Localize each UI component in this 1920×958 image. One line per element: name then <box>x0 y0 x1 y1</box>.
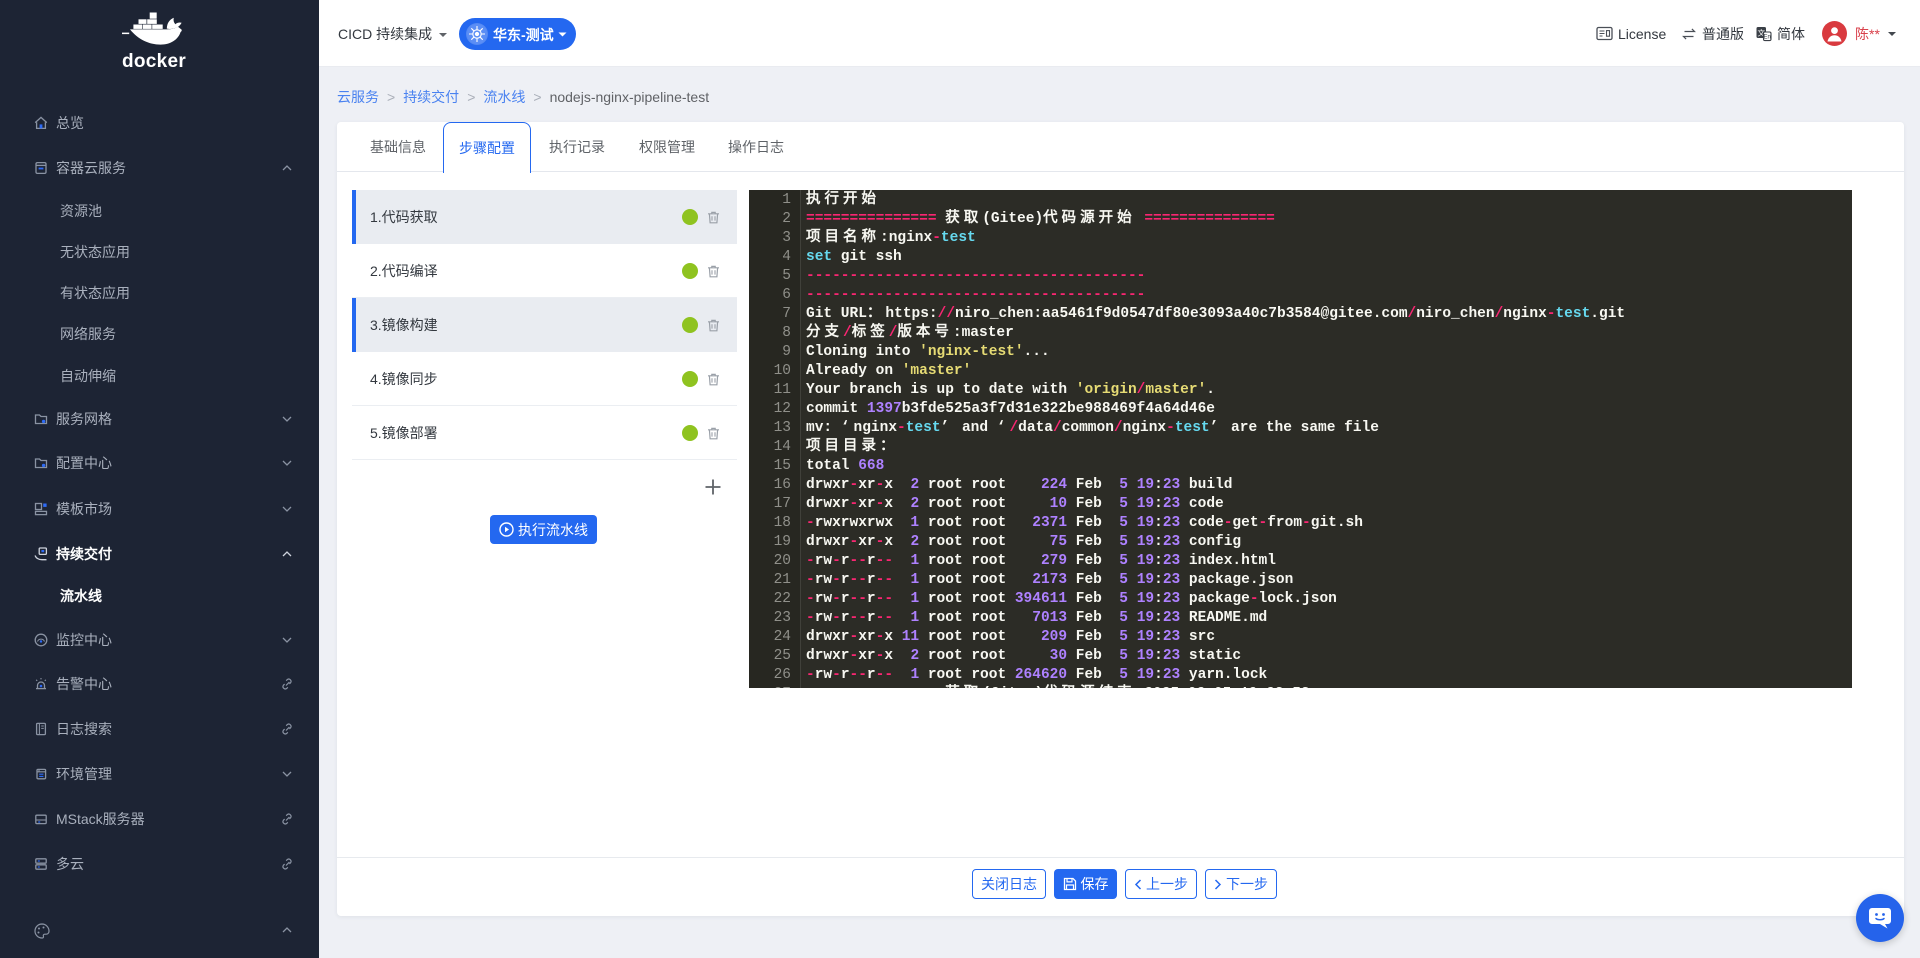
svg-text:En: En <box>1764 34 1771 40</box>
